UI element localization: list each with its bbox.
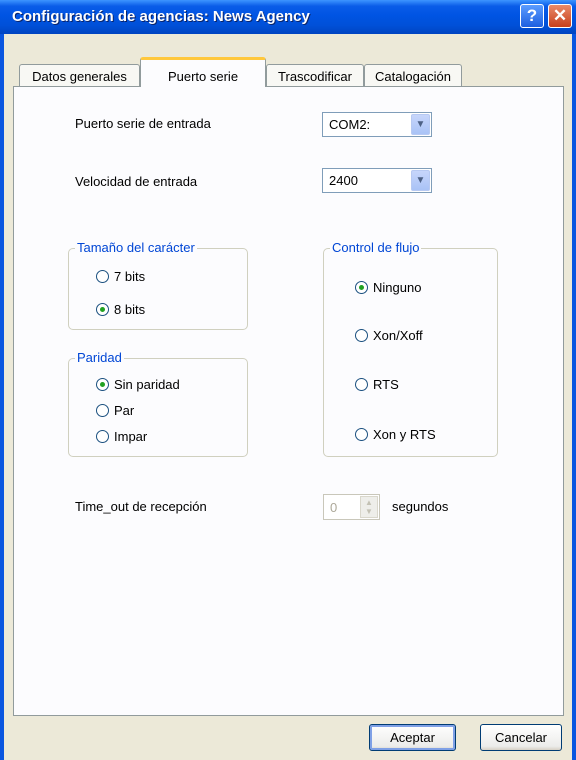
radio-8-bits[interactable]: 8 bits: [96, 302, 145, 317]
ok-button[interactable]: Aceptar: [369, 724, 456, 751]
radio-label: Xon y RTS: [373, 427, 436, 442]
tab-datos-generales[interactable]: Datos generales: [19, 64, 140, 86]
radio-button[interactable]: [96, 430, 109, 443]
cancel-button[interactable]: Cancelar: [480, 724, 562, 751]
chevron-down-icon[interactable]: ▼: [411, 114, 430, 135]
input-port-select[interactable]: COM2: ▼: [322, 112, 432, 137]
radio-label: Impar: [114, 429, 148, 444]
radio-button-checked[interactable]: [355, 281, 368, 294]
triangle-down-icon[interactable]: ▼: [365, 507, 373, 516]
radio-sin-paridad[interactable]: Sin paridad: [96, 377, 180, 392]
radio-impar[interactable]: Impar: [96, 429, 147, 444]
tab-label: Puerto serie: [167, 69, 239, 84]
flow-control-title: Control de flujo: [330, 240, 422, 255]
help-icon: ?: [526, 6, 538, 25]
radio-button-checked[interactable]: [96, 378, 109, 391]
input-port-label: Puerto serie de entrada: [75, 116, 211, 131]
timeout-unit: segundos: [392, 499, 449, 514]
radio-label: RTS: [373, 377, 399, 392]
tab-label: Datos generales: [32, 69, 127, 84]
tab-puerto-serie[interactable]: Puerto serie: [140, 57, 266, 87]
help-button[interactable]: ?: [520, 4, 544, 28]
timeout-spinner[interactable]: 0 ▲ ▼: [323, 494, 380, 520]
radio-button[interactable]: [355, 329, 368, 342]
ok-label: Aceptar: [390, 730, 435, 745]
radio-7-bits[interactable]: 7 bits: [96, 269, 145, 284]
radio-button[interactable]: [355, 378, 368, 391]
radio-par[interactable]: Par: [96, 403, 134, 418]
parity-group: Paridad: [68, 350, 248, 457]
tab-label: Catalogación: [375, 69, 451, 84]
radio-ninguno[interactable]: Ninguno: [355, 280, 421, 295]
spin-buttons[interactable]: ▲ ▼: [360, 496, 378, 518]
radio-label: Ninguno: [373, 280, 422, 295]
triangle-up-icon[interactable]: ▲: [365, 498, 373, 507]
radio-label: Par: [114, 403, 135, 418]
tab-catalogacion[interactable]: Catalogación: [364, 64, 462, 86]
radio-label: Sin paridad: [114, 377, 180, 392]
window-frame-right: [572, 34, 576, 760]
cancel-label: Cancelar: [494, 730, 548, 745]
radio-button[interactable]: [96, 270, 109, 283]
speed-label: Velocidad de entrada: [75, 174, 198, 189]
radio-label: 8 bits: [114, 302, 146, 317]
radio-button[interactable]: [96, 404, 109, 417]
dialog-window: Configuración de agencias: News Agency ?…: [0, 0, 576, 760]
radio-button[interactable]: [355, 428, 368, 441]
radio-rts[interactable]: RTS: [355, 377, 399, 392]
radio-label: Xon/Xoff: [373, 328, 423, 343]
title-bar[interactable]: Configuración de agencias: News Agency ?…: [0, 0, 576, 34]
speed-select[interactable]: 2400 ▼: [322, 168, 432, 193]
radio-xon-xoff[interactable]: Xon/Xoff: [355, 328, 423, 343]
close-icon: ✕: [552, 6, 568, 25]
radio-xon-y-rts[interactable]: Xon y RTS: [355, 427, 436, 442]
input-port-value: COM2:: [329, 117, 371, 132]
chevron-down-icon[interactable]: ▼: [411, 170, 430, 191]
close-button[interactable]: ✕: [548, 4, 572, 28]
tab-label: Trascodificar: [278, 69, 352, 84]
radio-button-checked[interactable]: [96, 303, 109, 316]
radio-label: 7 bits: [114, 269, 146, 284]
char-size-group: Tamaño del carácter: [68, 240, 248, 330]
window-title: Configuración de agencias: News Agency: [12, 8, 310, 25]
speed-value: 2400: [329, 173, 358, 188]
timeout-value: 0: [330, 500, 338, 515]
window-frame-left: [0, 34, 4, 760]
tab-trascodificar[interactable]: Trascodificar: [266, 64, 364, 86]
parity-title: Paridad: [75, 350, 124, 365]
timeout-label: Time_out de recepción: [75, 499, 207, 514]
char-size-title: Tamaño del carácter: [75, 240, 197, 255]
